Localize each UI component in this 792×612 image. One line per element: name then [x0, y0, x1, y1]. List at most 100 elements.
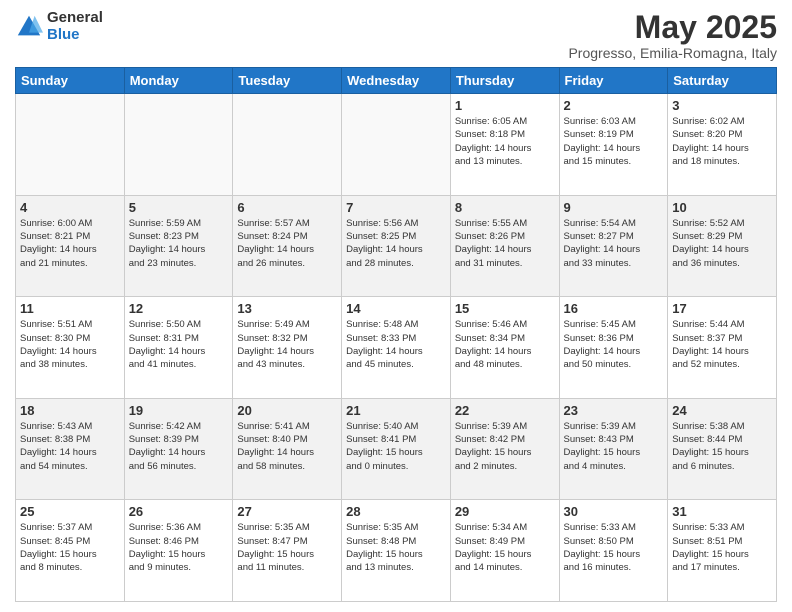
day-info: Sunrise: 5:37 AMSunset: 8:45 PMDaylight:…	[20, 521, 120, 574]
table-row: 7Sunrise: 5:56 AMSunset: 8:25 PMDaylight…	[342, 195, 451, 297]
day-info: Sunrise: 5:57 AMSunset: 8:24 PMDaylight:…	[237, 217, 337, 270]
day-info: Sunrise: 5:59 AMSunset: 8:23 PMDaylight:…	[129, 217, 229, 270]
day-number: 29	[455, 504, 555, 519]
day-number: 20	[237, 403, 337, 418]
day-number: 30	[564, 504, 664, 519]
day-info: Sunrise: 5:45 AMSunset: 8:36 PMDaylight:…	[564, 318, 664, 371]
day-info: Sunrise: 6:02 AMSunset: 8:20 PMDaylight:…	[672, 115, 772, 168]
day-number: 27	[237, 504, 337, 519]
day-info: Sunrise: 6:00 AMSunset: 8:21 PMDaylight:…	[20, 217, 120, 270]
day-number: 2	[564, 98, 664, 113]
table-row: 3Sunrise: 6:02 AMSunset: 8:20 PMDaylight…	[668, 94, 777, 196]
day-info: Sunrise: 5:55 AMSunset: 8:26 PMDaylight:…	[455, 217, 555, 270]
table-row: 21 Sunrise: 5:40 AMSunset: 8:41 PMDayligh…	[342, 398, 451, 500]
day-info: Sunrise: 5:50 AMSunset: 8:31 PMDaylight:…	[129, 318, 229, 371]
day-number: 19	[129, 403, 229, 418]
location-subtitle: Progresso, Emilia-Romagna, Italy	[568, 45, 777, 61]
table-row: 22Sunrise: 5:39 AMSunset: 8:42 PMDayligh…	[450, 398, 559, 500]
day-number: 28	[346, 504, 446, 519]
table-row	[342, 94, 451, 196]
day-info: Sunrise: 5:40 AMSunset: 8:41 PMDaylight:…	[346, 420, 446, 473]
title-block: May 2025 Progresso, Emilia-Romagna, Ital…	[568, 10, 777, 61]
day-info: Sunrise: 5:44 AMSunset: 8:37 PMDaylight:…	[672, 318, 772, 371]
col-tuesday: Tuesday	[233, 68, 342, 94]
day-number: 31	[672, 504, 772, 519]
day-number: 8	[455, 200, 555, 215]
day-number: 22	[455, 403, 555, 418]
table-row: 17 Sunrise: 5:44 AMSunset: 8:37 PMDayligh…	[668, 297, 777, 399]
day-info: Sunrise: 5:41 AMSunset: 8:40 PMDaylight:…	[237, 420, 337, 473]
col-saturday: Saturday	[668, 68, 777, 94]
calendar-week-row: 25 Sunrise: 5:37 AMSunset: 8:45 PMDayligh…	[16, 500, 777, 602]
table-row: 12 Sunrise: 5:50 AMSunset: 8:31 PMDayligh…	[124, 297, 233, 399]
day-info: Sunrise: 5:46 AMSunset: 8:34 PMDaylight:…	[455, 318, 555, 371]
day-number: 23	[564, 403, 664, 418]
logo-icon	[15, 13, 43, 41]
day-number: 1	[455, 98, 555, 113]
day-info: Sunrise: 5:36 AMSunset: 8:46 PMDaylight:…	[129, 521, 229, 574]
table-row: 2 Sunrise: 6:03 AMSunset: 8:19 PMDaylight…	[559, 94, 668, 196]
table-row: 14 Sunrise: 5:48 AMSunset: 8:33 PMDayligh…	[342, 297, 451, 399]
table-row: 18 Sunrise: 5:43 AMSunset: 8:38 PMDayligh…	[16, 398, 125, 500]
logo-blue-text: Blue	[47, 27, 103, 44]
day-number: 25	[20, 504, 120, 519]
day-info: Sunrise: 5:35 AMSunset: 8:47 PMDaylight:…	[237, 521, 337, 574]
table-row: 26Sunrise: 5:36 AMSunset: 8:46 PMDayligh…	[124, 500, 233, 602]
table-row: 23Sunrise: 5:39 AMSunset: 8:43 PMDayligh…	[559, 398, 668, 500]
header: General Blue May 2025 Progresso, Emilia-…	[15, 10, 777, 61]
month-title: May 2025	[568, 10, 777, 45]
day-info: Sunrise: 5:51 AMSunset: 8:30 PMDaylight:…	[20, 318, 120, 371]
logo: General Blue	[15, 10, 103, 43]
table-row	[124, 94, 233, 196]
day-number: 15	[455, 301, 555, 316]
day-info: Sunrise: 5:38 AMSunset: 8:44 PMDaylight:…	[672, 420, 772, 473]
table-row: 10 Sunrise: 5:52 AMSunset: 8:29 PMDayligh…	[668, 195, 777, 297]
day-info: Sunrise: 6:03 AMSunset: 8:19 PMDaylight:…	[564, 115, 664, 168]
day-info: Sunrise: 5:49 AMSunset: 8:32 PMDaylight:…	[237, 318, 337, 371]
table-row: 8 Sunrise: 5:55 AMSunset: 8:26 PMDaylight…	[450, 195, 559, 297]
table-row: 16 Sunrise: 5:45 AMSunset: 8:36 PMDayligh…	[559, 297, 668, 399]
day-number: 7	[346, 200, 446, 215]
table-row: 19Sunrise: 5:42 AMSunset: 8:39 PMDayligh…	[124, 398, 233, 500]
day-info: Sunrise: 5:34 AMSunset: 8:49 PMDaylight:…	[455, 521, 555, 574]
day-number: 12	[129, 301, 229, 316]
table-row: 6Sunrise: 5:57 AMSunset: 8:24 PMDaylight…	[233, 195, 342, 297]
calendar-week-row: 1 Sunrise: 6:05 AMSunset: 8:18 PMDaylight…	[16, 94, 777, 196]
day-number: 4	[20, 200, 120, 215]
day-number: 9	[564, 200, 664, 215]
table-row: 25 Sunrise: 5:37 AMSunset: 8:45 PMDayligh…	[16, 500, 125, 602]
col-monday: Monday	[124, 68, 233, 94]
day-number: 5	[129, 200, 229, 215]
table-row: 30 Sunrise: 5:33 AMSunset: 8:50 PMDayligh…	[559, 500, 668, 602]
day-info: Sunrise: 5:33 AMSunset: 8:51 PMDaylight:…	[672, 521, 772, 574]
calendar-week-row: 11Sunrise: 5:51 AMSunset: 8:30 PMDayligh…	[16, 297, 777, 399]
day-info: Sunrise: 5:33 AMSunset: 8:50 PMDaylight:…	[564, 521, 664, 574]
day-number: 17	[672, 301, 772, 316]
col-wednesday: Wednesday	[342, 68, 451, 94]
table-row: 11Sunrise: 5:51 AMSunset: 8:30 PMDayligh…	[16, 297, 125, 399]
col-friday: Friday	[559, 68, 668, 94]
day-info: Sunrise: 5:54 AMSunset: 8:27 PMDaylight:…	[564, 217, 664, 270]
day-number: 24	[672, 403, 772, 418]
day-number: 21	[346, 403, 446, 418]
day-number: 10	[672, 200, 772, 215]
page: General Blue May 2025 Progresso, Emilia-…	[0, 0, 792, 612]
day-info: Sunrise: 5:48 AMSunset: 8:33 PMDaylight:…	[346, 318, 446, 371]
table-row	[233, 94, 342, 196]
day-info: Sunrise: 5:35 AMSunset: 8:48 PMDaylight:…	[346, 521, 446, 574]
day-info: Sunrise: 6:05 AMSunset: 8:18 PMDaylight:…	[455, 115, 555, 168]
table-row: 31 Sunrise: 5:33 AMSunset: 8:51 PMDayligh…	[668, 500, 777, 602]
table-row: 5 Sunrise: 5:59 AMSunset: 8:23 PMDaylight…	[124, 195, 233, 297]
table-row: 15 Sunrise: 5:46 AMSunset: 8:34 PMDayligh…	[450, 297, 559, 399]
day-number: 13	[237, 301, 337, 316]
day-info: Sunrise: 5:52 AMSunset: 8:29 PMDaylight:…	[672, 217, 772, 270]
day-number: 18	[20, 403, 120, 418]
table-row: 9 Sunrise: 5:54 AMSunset: 8:27 PMDaylight…	[559, 195, 668, 297]
logo-general-text: General	[47, 10, 103, 27]
calendar-week-row: 18 Sunrise: 5:43 AMSunset: 8:38 PMDayligh…	[16, 398, 777, 500]
table-row	[16, 94, 125, 196]
day-info: Sunrise: 5:43 AMSunset: 8:38 PMDaylight:…	[20, 420, 120, 473]
day-number: 16	[564, 301, 664, 316]
day-number: 14	[346, 301, 446, 316]
col-sunday: Sunday	[16, 68, 125, 94]
